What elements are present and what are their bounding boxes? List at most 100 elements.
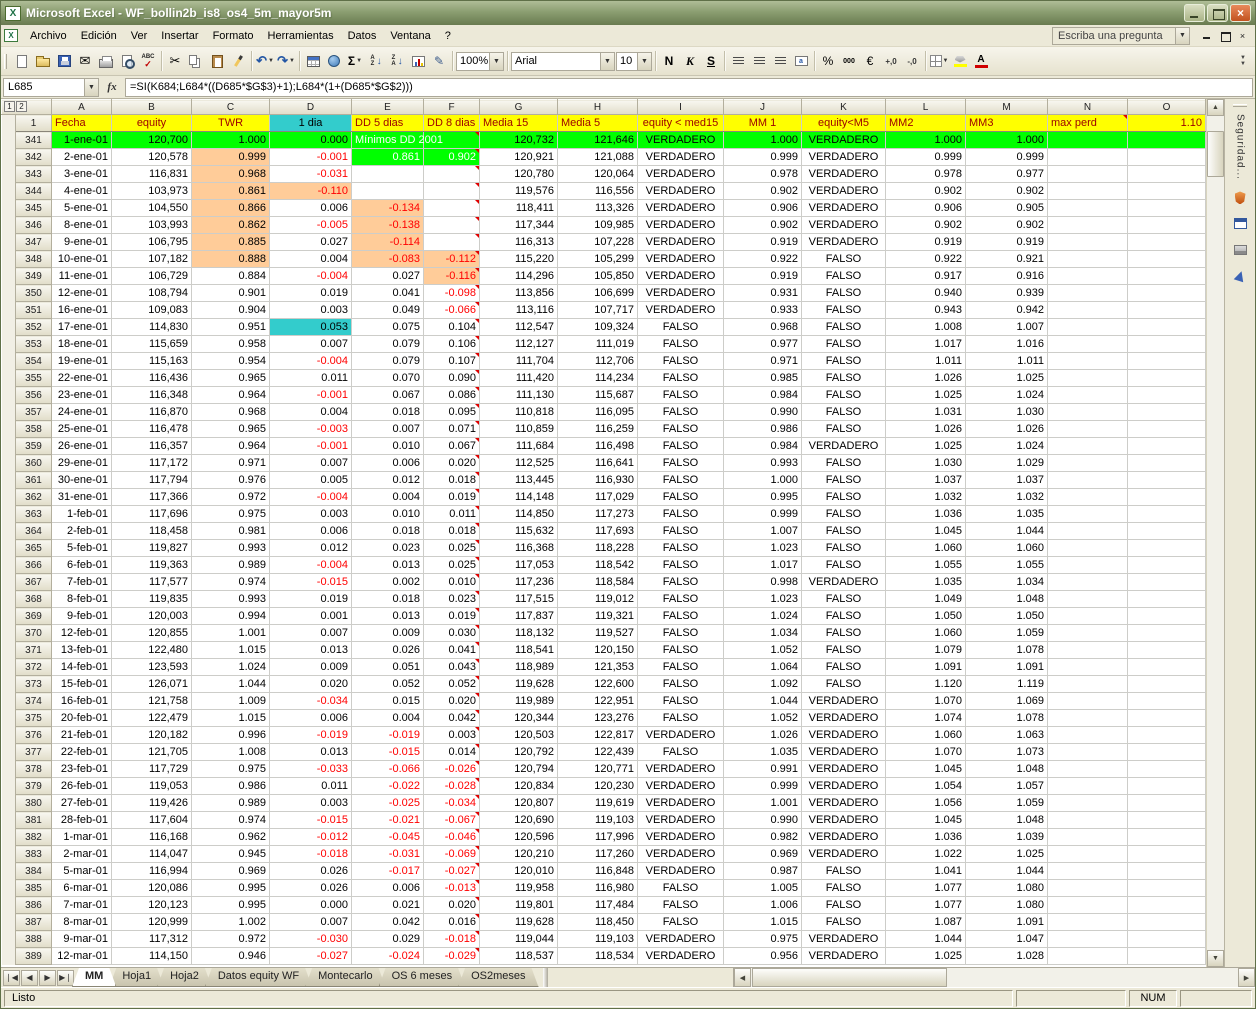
sheet-tab-os2meses[interactable]: OS2meses xyxy=(458,968,538,987)
cell-D367[interactable]: -0.015 xyxy=(270,574,352,591)
cell-A344[interactable]: 4-ene-01 xyxy=(52,183,112,200)
cell-I375[interactable]: FALSO xyxy=(638,710,724,727)
cell-F367[interactable]: 0.010 xyxy=(424,574,480,591)
cell-N360[interactable] xyxy=(1048,455,1128,472)
row-header-389[interactable]: 389 xyxy=(16,948,52,965)
cell-O365[interactable] xyxy=(1128,540,1206,557)
cell-F352[interactable]: 0.104 xyxy=(424,319,480,336)
cell-I346[interactable]: VERDADERO xyxy=(638,217,724,234)
cell-L374[interactable]: 1.070 xyxy=(886,693,966,710)
row-header-375[interactable]: 375 xyxy=(16,710,52,727)
cell-O341[interactable] xyxy=(1128,132,1206,149)
cell-A349[interactable]: 11-ene-01 xyxy=(52,268,112,285)
cell-H366[interactable]: 118,542 xyxy=(558,557,638,574)
cell-H372[interactable]: 121,353 xyxy=(558,659,638,676)
cell-M346[interactable]: 0.902 xyxy=(966,217,1048,234)
cell-N368[interactable] xyxy=(1048,591,1128,608)
cell-H361[interactable]: 116,930 xyxy=(558,472,638,489)
cell-I349[interactable]: VERDADERO xyxy=(638,268,724,285)
cell-I360[interactable]: FALSO xyxy=(638,455,724,472)
cell-J388[interactable]: 0.975 xyxy=(724,931,802,948)
cell-A341[interactable]: 1-ene-01 xyxy=(52,132,112,149)
row-header-359[interactable]: 359 xyxy=(16,438,52,455)
print-preview-button[interactable] xyxy=(117,50,137,72)
cell-O386[interactable] xyxy=(1128,897,1206,914)
cell-N364[interactable] xyxy=(1048,523,1128,540)
cell-A354[interactable]: 19-ene-01 xyxy=(52,353,112,370)
name-box[interactable]: L685 ▼ xyxy=(3,78,99,97)
cell-E345[interactable]: -0.134 xyxy=(352,200,424,217)
cell-O363[interactable] xyxy=(1128,506,1206,523)
cell-E342[interactable]: 0.861 xyxy=(352,149,424,166)
cell-J342[interactable]: 0.999 xyxy=(724,149,802,166)
row-header-341[interactable]: 341 xyxy=(16,132,52,149)
cell-G359[interactable]: 111,684 xyxy=(480,438,558,455)
percent-style-button[interactable]: % xyxy=(818,50,838,72)
cell-D345[interactable]: 0.006 xyxy=(270,200,352,217)
cell-I347[interactable]: VERDADERO xyxy=(638,234,724,251)
cell-D385[interactable]: 0.026 xyxy=(270,880,352,897)
menu-ayuda[interactable]: ? xyxy=(438,27,458,45)
cell-N366[interactable] xyxy=(1048,557,1128,574)
cell-I356[interactable]: FALSO xyxy=(638,387,724,404)
cell-K353[interactable]: FALSO xyxy=(802,336,886,353)
cell-B387[interactable]: 120,999 xyxy=(112,914,192,931)
cell-D342[interactable]: -0.001 xyxy=(270,149,352,166)
thousands-style-button[interactable]: 000 xyxy=(839,50,859,72)
cell-M374[interactable]: 1.069 xyxy=(966,693,1048,710)
cell-L354[interactable]: 1.011 xyxy=(886,353,966,370)
zoom-combobox[interactable]: 100%▼ xyxy=(456,52,504,71)
column-header-K[interactable]: K xyxy=(802,100,886,115)
cell-H357[interactable]: 116,095 xyxy=(558,404,638,421)
cell-H370[interactable]: 119,527 xyxy=(558,625,638,642)
cell-I351[interactable]: VERDADERO xyxy=(638,302,724,319)
cell-J351[interactable]: 0.933 xyxy=(724,302,802,319)
cell-F375[interactable]: 0.042 xyxy=(424,710,480,727)
decrease-decimal-button[interactable]: -,0 xyxy=(902,50,922,72)
row-header-383[interactable]: 383 xyxy=(16,846,52,863)
cell-L359[interactable]: 1.025 xyxy=(886,438,966,455)
cell-M347[interactable]: 0.919 xyxy=(966,234,1048,251)
cell-O361[interactable] xyxy=(1128,472,1206,489)
cell-O372[interactable] xyxy=(1128,659,1206,676)
cell-O375[interactable] xyxy=(1128,710,1206,727)
cell-E359[interactable]: 0.010 xyxy=(352,438,424,455)
menu-formato[interactable]: Formato xyxy=(206,27,261,45)
cell-N355[interactable] xyxy=(1048,370,1128,387)
cell-F383[interactable]: -0.069 xyxy=(424,846,480,863)
cell-O352[interactable] xyxy=(1128,319,1206,336)
cell-L343[interactable]: 0.978 xyxy=(886,166,966,183)
cell-C346[interactable]: 0.862 xyxy=(192,217,270,234)
cell-I376[interactable]: VERDADERO xyxy=(638,727,724,744)
cell-C385[interactable]: 0.995 xyxy=(192,880,270,897)
cell-H381[interactable]: 119,103 xyxy=(558,812,638,829)
cell-C367[interactable]: 0.974 xyxy=(192,574,270,591)
cell-H363[interactable]: 117,273 xyxy=(558,506,638,523)
cell-I389[interactable]: VERDADERO xyxy=(638,948,724,965)
column-header-M[interactable]: M xyxy=(966,100,1048,115)
cell-N380[interactable] xyxy=(1048,795,1128,812)
cell-J386[interactable]: 1.006 xyxy=(724,897,802,914)
cell-H365[interactable]: 118,228 xyxy=(558,540,638,557)
cell-E372[interactable]: 0.051 xyxy=(352,659,424,676)
cell-N347[interactable] xyxy=(1048,234,1128,251)
cell-E350[interactable]: 0.041 xyxy=(352,285,424,302)
cell-C350[interactable]: 0.901 xyxy=(192,285,270,302)
cell-I358[interactable]: FALSO xyxy=(638,421,724,438)
cell-C371[interactable]: 1.015 xyxy=(192,642,270,659)
cell-H371[interactable]: 120,150 xyxy=(558,642,638,659)
cell-G346[interactable]: 117,344 xyxy=(480,217,558,234)
cell-I380[interactable]: VERDADERO xyxy=(638,795,724,812)
cell-C383[interactable]: 0.945 xyxy=(192,846,270,863)
cell-M351[interactable]: 0.942 xyxy=(966,302,1048,319)
cell-M378[interactable]: 1.048 xyxy=(966,761,1048,778)
cell-A364[interactable]: 2-feb-01 xyxy=(52,523,112,540)
cell-I374[interactable]: FALSO xyxy=(638,693,724,710)
cell-M366[interactable]: 1.055 xyxy=(966,557,1048,574)
cell-M371[interactable]: 1.078 xyxy=(966,642,1048,659)
cell-O347[interactable] xyxy=(1128,234,1206,251)
cell-K382[interactable]: VERDADERO xyxy=(802,829,886,846)
column-header-F[interactable]: F xyxy=(424,100,480,115)
font-size-combobox[interactable]: 10▼ xyxy=(616,52,652,71)
align-right-button[interactable] xyxy=(770,50,790,72)
